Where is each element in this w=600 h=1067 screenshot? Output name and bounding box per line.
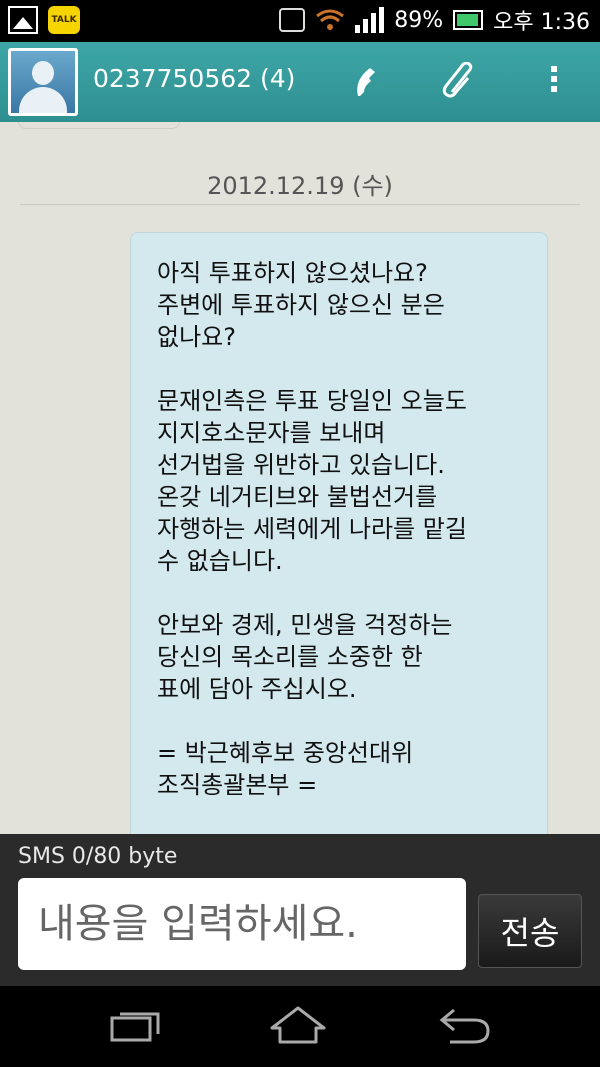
signal-icon: [355, 7, 385, 33]
message-bubble[interactable]: 아직 투표하지 않으셨나요? 주변에 투표하지 않으신 분은 없나요? 문재인측…: [130, 232, 548, 834]
gallery-notification-icon: [8, 6, 38, 34]
paperclip-icon[interactable]: [440, 61, 480, 102]
battery-percent: 89%: [394, 7, 444, 33]
clock: 오후 1:36: [493, 10, 590, 35]
send-button[interactable]: 전송: [478, 894, 582, 968]
avatar[interactable]: [8, 48, 78, 116]
phone-icon[interactable]: [348, 62, 388, 102]
talk-label: TALK: [51, 15, 77, 25]
message-input[interactable]: [36, 900, 448, 948]
conversation-list[interactable]: 2012.12.19 (수) 아직 투표하지 않으셨나요? 주변에 투표하지 않…: [0, 122, 600, 834]
home-icon[interactable]: [268, 1004, 328, 1048]
previous-message-edge: [18, 122, 180, 129]
overflow-menu-icon[interactable]: [548, 62, 560, 102]
recent-apps-icon[interactable]: [104, 1004, 164, 1048]
no-sim-icon: [279, 8, 306, 32]
back-icon[interactable]: [434, 1004, 494, 1048]
compose-bar: SMS 0/80 byte 전송: [0, 834, 600, 986]
date-label: 2012.12.19 (수): [207, 172, 393, 200]
sms-byte-counter: SMS 0/80 byte: [18, 844, 178, 869]
contact-title: 0237750562 (4): [93, 64, 296, 93]
status-bar: TALK 89% 오후 1:36: [0, 0, 600, 42]
message-input-container[interactable]: [18, 878, 466, 970]
kakaotalk-notification-icon: TALK: [48, 6, 80, 34]
battery-icon: [453, 10, 484, 30]
conversation-header: 0237750562 (4): [0, 42, 600, 122]
navigation-bar: [0, 986, 600, 1067]
date-separator: 2012.12.19 (수): [20, 160, 580, 206]
wifi-icon: [315, 8, 345, 32]
